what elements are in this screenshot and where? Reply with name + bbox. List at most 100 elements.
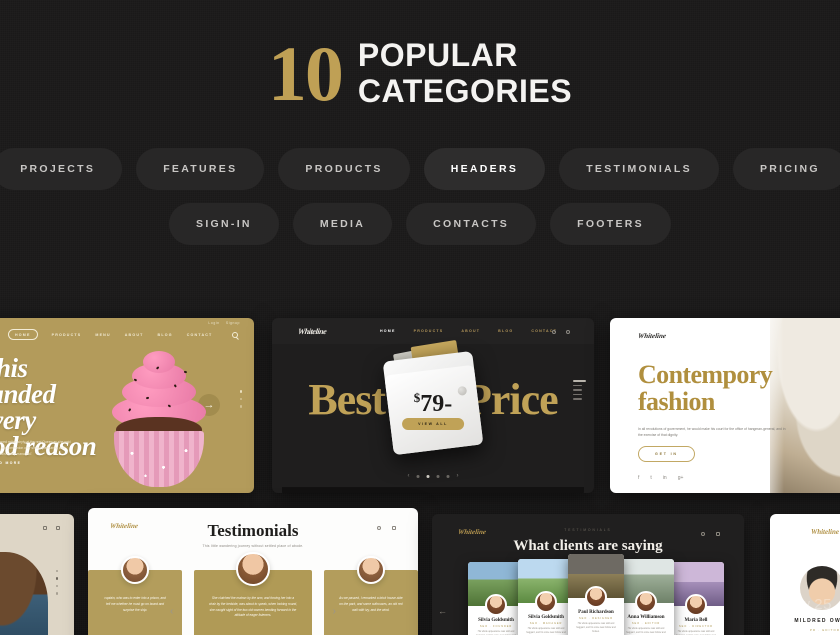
client-card[interactable]: Anna Williamson SEO · EDITOR His whole a… [618, 559, 674, 635]
search-icon[interactable] [232, 332, 238, 338]
price-slider-pager[interactable]: ‹ › [408, 473, 459, 479]
category-pill-testimonials[interactable]: TESTIMONIALS [559, 147, 719, 190]
nav-item-products[interactable]: PRODUCTS [414, 329, 444, 333]
category-pill-headers[interactable]: HEADERS [423, 147, 546, 190]
slider-dot[interactable] [436, 474, 440, 478]
template-card-cupcake[interactable]: Login Signup HOME PRODUCTS MENU ABOUT BL… [0, 318, 254, 493]
avatar [535, 591, 557, 613]
template-card-photo[interactable] [0, 514, 74, 635]
instagram-icon[interactable]: in [663, 475, 667, 481]
nav-item-products[interactable]: PRODUCTS [52, 333, 82, 337]
slider-dot-active[interactable] [426, 474, 430, 478]
person-photo [0, 552, 48, 635]
testimonial-slide-active[interactable]: She clutched the matron by the arm, and … [194, 552, 312, 635]
category-pill-projects[interactable]: PROJECTS [0, 147, 123, 190]
category-pill-pricing[interactable]: PRICING [732, 147, 840, 190]
twitter-icon[interactable]: t [650, 475, 651, 481]
nav-item-contact[interactable]: CONTACT [187, 333, 213, 337]
template-card-best-price[interactable]: Whiteline HOME PRODUCTS ABOUT BLOG CONTA… [272, 318, 594, 493]
prev-arrow-icon[interactable]: ← [438, 606, 447, 616]
search-icon[interactable] [552, 330, 556, 334]
search-icon[interactable] [701, 532, 705, 536]
search-icon[interactable] [377, 526, 381, 530]
search-icon[interactable] [43, 526, 47, 530]
testimonials-header-icons[interactable] [377, 526, 396, 530]
get-in-button[interactable]: GET IN [638, 446, 695, 462]
avatar [685, 594, 707, 616]
slider-side-indicator[interactable] [573, 380, 586, 400]
clients-title: What clients are saying [513, 538, 663, 554]
slider-dots[interactable] [239, 390, 242, 408]
prev-arrow-icon[interactable]: ‹ [408, 473, 410, 479]
nav-item-menu[interactable]: MENU [95, 333, 110, 337]
slider-dot[interactable] [55, 584, 58, 588]
nav-item-home[interactable]: HOME [8, 329, 38, 340]
menu-icon[interactable] [716, 532, 720, 536]
template-card-fashion[interactable]: Whiteline Contempory fashion In all revo… [610, 318, 840, 493]
testimonials-subtitle: This little wandering journey without se… [202, 544, 304, 548]
laptop-base [282, 487, 584, 493]
signup-link[interactable]: Signup [226, 321, 240, 325]
template-card-clients[interactable]: Whiteline TESTIMONIALS What clients are … [432, 514, 744, 635]
view-all-button[interactable]: VIEW ALL [402, 418, 464, 430]
slider-dot[interactable] [239, 397, 242, 400]
prev-arrow-icon[interactable]: ‹ [170, 606, 173, 617]
category-pill-products[interactable]: PRODUCTS [278, 147, 410, 190]
cupcake-body-text: She glanced rather shyly at the real Que… [0, 440, 71, 456]
nav-item-home[interactable]: HOME [380, 329, 396, 333]
menu-icon[interactable] [56, 526, 60, 530]
nav-item-about[interactable]: ABOUT [125, 333, 144, 337]
testimonials-title: Testimonials [207, 521, 299, 540]
clients-header-icons[interactable] [701, 532, 720, 536]
client-name: Silvia Goldsmith [478, 618, 514, 623]
profile-role: PR · EDITOR [809, 628, 840, 632]
category-pill-features[interactable]: FEATURES [136, 147, 265, 190]
slider-dot[interactable] [55, 570, 58, 573]
avatar [485, 594, 507, 616]
testimonial-slide[interactable]: captain, who was to enter into a prison,… [88, 556, 183, 635]
brand-logo: Whiteline [637, 332, 667, 340]
slider-dots[interactable] [55, 570, 58, 595]
client-card[interactable]: Maria Bell SEO · DIRECTOR His whole appe… [668, 562, 724, 635]
nav-item-blog[interactable]: BLOG [498, 329, 513, 333]
avatar [635, 591, 657, 613]
slider-dot[interactable] [416, 474, 420, 478]
cupcake-image [98, 351, 220, 487]
cart-icon[interactable] [566, 330, 570, 334]
template-card-testimonials[interactable]: Whiteline Testimonials This little wande… [88, 508, 418, 635]
client-card[interactable]: Silvia Goldsmith SEO · FOUNDER His whole… [468, 562, 524, 635]
clients-kicker: TESTIMONIALS [564, 528, 612, 532]
category-pill-contacts[interactable]: CONTACTS [406, 202, 537, 245]
next-arrow-icon[interactable]: › [333, 606, 336, 617]
template-card-profile[interactable]: Whiteline MILDRED OWENS PR · EDITOR [770, 514, 840, 635]
avatar [121, 556, 150, 584]
login-link[interactable]: Login [208, 321, 219, 325]
nav-item-about[interactable]: ABOUT [461, 329, 480, 333]
nav-item-blog[interactable]: BLOG [158, 333, 173, 337]
photo-header-icons[interactable] [43, 526, 60, 530]
next-arrow-icon[interactable]: › [457, 473, 459, 479]
brand-logo: Whiteline [810, 528, 839, 536]
price-amount: $79- [414, 390, 453, 418]
category-pill-footers[interactable]: FOOTERS [550, 202, 671, 245]
cupcake-auth-links[interactable]: Login Signup [208, 321, 240, 325]
client-card-active[interactable]: Paul Richardson SEO · DESIGNER His whole… [568, 554, 624, 635]
price-header-icons[interactable] [552, 330, 570, 334]
slider-dot-active[interactable] [55, 577, 58, 580]
social-links[interactable]: f t in g+ [638, 475, 683, 481]
category-pill-media[interactable]: MEDIA [292, 202, 393, 245]
category-pill-sign-in[interactable]: SIGN-IN [169, 202, 279, 245]
testimonial-slide[interactable]: As we passed, I remarked a brick house-s… [323, 556, 418, 635]
read-more-link[interactable]: READ MORE [0, 461, 21, 465]
menu-icon[interactable] [392, 526, 396, 530]
slider-dot[interactable] [446, 474, 450, 478]
google-plus-icon[interactable]: g+ [678, 475, 684, 481]
slider-dot[interactable] [239, 405, 242, 408]
slider-dot[interactable] [239, 390, 242, 393]
facebook-icon[interactable]: f [638, 475, 639, 481]
testimonial-quote: captain, who was to enter into a prison,… [104, 596, 166, 612]
cupcake-nav: HOME PRODUCTS MENU ABOUT BLOG CONTACT [8, 329, 212, 340]
client-card[interactable]: Silvia Goldsmith SEO · MANAGER His whole… [518, 559, 574, 635]
slider-dot[interactable] [55, 592, 58, 595]
client-quote: His whole appearance was wild and haggar… [626, 628, 666, 634]
